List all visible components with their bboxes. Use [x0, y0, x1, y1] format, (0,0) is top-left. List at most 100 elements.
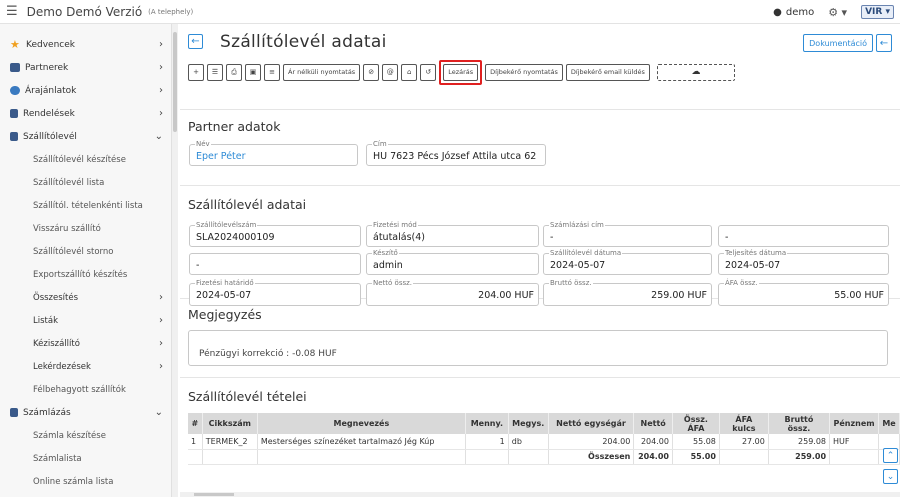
documentation-button[interactable]: Dokumentáció	[803, 34, 873, 52]
dijbekero-print-button[interactable]: Díjbekérő nyomtatás	[485, 63, 563, 81]
payment-deadline-field[interactable]: Fizetési határidő 2024-05-07	[189, 279, 361, 306]
scrollbar-thumb[interactable]	[194, 493, 234, 496]
gross-total-field[interactable]: Bruttó össz. 259.00 HUF	[543, 279, 712, 306]
payment-method-field[interactable]: Fizetési mód átutalás(4)	[366, 221, 539, 247]
col-header[interactable]: Pénznem	[829, 413, 880, 434]
dijbekero-email-button[interactable]: Díjbekérő email küldés	[565, 63, 650, 81]
table-row[interactable]: 1 TERMEK_2 Mesterséges színezéket tartal…	[188, 434, 900, 450]
sidebar-item-partnerek[interactable]: Partnerek ›	[0, 56, 171, 79]
sidebar-sub-osszesites[interactable]: Összesítés ›	[0, 286, 171, 309]
horizontal-scrollbar[interactable]	[180, 492, 900, 497]
lezaras-button[interactable]: Lezárás	[443, 63, 479, 81]
sidebar-sub-szamlalista[interactable]: Számlalista	[0, 447, 171, 470]
sidebar-sub-listak[interactable]: Listák ›	[0, 309, 171, 332]
items-table: # Cikkszám Megnevezés Menny. Megys. Nett…	[188, 413, 900, 465]
col-header[interactable]: #	[188, 413, 203, 434]
fulfillment-date-field[interactable]: Teljesítés dátuma 2024-05-07	[718, 249, 889, 275]
partner-section-title: Partner adatok	[188, 119, 281, 134]
chevron-right-icon: ›	[159, 108, 163, 119]
history-icon[interactable]: ↺	[420, 63, 437, 81]
sidebar-sub-tetelenkenti-lista[interactable]: Szállítól. tételenkénti lista	[0, 194, 171, 217]
col-header[interactable]: Nettó	[633, 413, 673, 434]
user-name: demo	[785, 6, 815, 18]
main-content: ← Szállítólevél adatai Dokumentáció ← + …	[180, 24, 900, 497]
delivery-note-card: Szállítólevél adatai Szállítólevélszám S…	[180, 187, 900, 306]
table-header-row: # Cikkszám Megnevezés Menny. Megys. Nett…	[188, 413, 900, 434]
divider	[180, 377, 900, 378]
items-section-title: Szállítólevél tételei	[188, 389, 307, 404]
sidebar-sub-keziszallito[interactable]: Kéziszállító ›	[0, 332, 171, 355]
chevron-right-icon: ›	[159, 39, 163, 50]
sidebar-item-szamlazas[interactable]: Számlázás ⌄	[0, 401, 171, 424]
document-icon	[10, 109, 18, 118]
scrollbar-thumb[interactable]	[173, 32, 177, 132]
add-icon[interactable]: +	[188, 63, 204, 81]
print-without-price-button[interactable]: Ár nélküli nyomtatás	[283, 63, 361, 81]
email-at-icon[interactable]: @	[382, 63, 399, 81]
user-menu[interactable]: ● demo	[773, 7, 814, 18]
extra-field[interactable]: -	[189, 253, 361, 275]
billing-address-field[interactable]: Számlázási cím -	[543, 221, 712, 247]
star-icon: ★	[10, 38, 20, 51]
chevron-right-icon: ›	[159, 292, 163, 303]
partner-card: Partner adatok Név Eper Péter Cím HU 762…	[180, 111, 900, 186]
sidebar-sub-online-szamla[interactable]: Online számla lista	[0, 470, 171, 493]
vat-total-field[interactable]: ÁFA össz. 55.00 HUF	[718, 279, 889, 306]
menu-icon[interactable]: ☰	[6, 4, 18, 19]
sidebar-sub-lekerdezesek[interactable]: Lekérdezések ›	[0, 355, 171, 378]
sidebar-item-kedvencek[interactable]: ★ Kedvencek ›	[0, 33, 171, 56]
pdf-icon[interactable]: ▣	[245, 63, 261, 81]
sidebar: ★ Kedvencek › Partnerek › Árajánlatok › …	[0, 24, 172, 497]
billing-extra-field[interactable]: -	[718, 225, 889, 247]
sidebar-sub-szallito-keszites[interactable]: Szállítólevél készítése	[0, 148, 171, 171]
net-total-field[interactable]: Nettó össz. 204.00 HUF	[366, 279, 539, 306]
settings-gear-icon[interactable]: ⚙ ▾	[828, 6, 847, 19]
scroll-down-icon[interactable]: ⌄	[883, 469, 898, 484]
list-icon[interactable]: ☰	[207, 63, 223, 81]
col-header[interactable]: Megnevezés	[257, 413, 466, 434]
col-header[interactable]: ÁFA kulcs	[719, 413, 769, 434]
partner-address-field[interactable]: Cím HU 7623 Pécs József Attila utca 62	[366, 140, 546, 166]
users-icon	[10, 86, 20, 95]
bank-icon[interactable]: ⌂	[401, 63, 418, 81]
partner-name-field[interactable]: Név Eper Péter	[189, 140, 358, 166]
back-arrow-icon[interactable]: ←	[188, 34, 203, 49]
col-header[interactable]: Menny.	[465, 413, 509, 434]
sidebar-sub-szallito-lista[interactable]: Szállítólevél lista	[0, 171, 171, 194]
sidebar-sub-storno[interactable]: Szállítólevél storno	[0, 240, 171, 263]
chevron-right-icon: ›	[159, 62, 163, 73]
sidebar-sub-visszaru[interactable]: Visszáru szállító	[0, 217, 171, 240]
app-title: Demo Demó Verzió	[26, 4, 143, 19]
vir-logo[interactable]: VIR ▾	[861, 5, 894, 19]
sidebar-sub-felbehagyott[interactable]: Félbehagyott szállítók	[0, 378, 171, 401]
sidebar-sub-export[interactable]: Exportszállító készítés	[0, 263, 171, 286]
numbered-list-icon[interactable]: ≡	[264, 63, 280, 81]
cloud-upload-icon[interactable]: ☁	[656, 63, 735, 81]
delivery-section-title: Szállítólevél adatai	[188, 197, 307, 212]
site-subtitle: (A telephely)	[148, 7, 194, 16]
sidebar-scrollbar[interactable]	[172, 24, 178, 497]
sidebar-item-arajanlatok[interactable]: Árajánlatok ›	[0, 79, 171, 102]
lezaras-highlight: Lezárás	[439, 59, 483, 85]
col-header[interactable]: Me	[878, 413, 900, 434]
col-header[interactable]: Cikkszám	[202, 413, 258, 434]
col-header[interactable]: Össz. ÁFA	[672, 413, 720, 434]
clipboard-icon	[10, 132, 18, 141]
document-icon	[10, 408, 18, 417]
sidebar-sub-szamla-keszitese[interactable]: Számla készítése	[0, 424, 171, 447]
delivery-number-field[interactable]: Szállítólevélszám SLA2024000109	[189, 221, 361, 247]
print-icon[interactable]: ⎙	[226, 63, 242, 81]
cancel-icon[interactable]: ⊘	[363, 63, 380, 81]
back-button-right[interactable]: ←	[876, 34, 892, 52]
chevron-right-icon: ›	[159, 85, 163, 96]
delivery-date-field[interactable]: Szállítólevél dátuma 2024-05-07	[543, 249, 712, 275]
sidebar-item-rendelesek[interactable]: Rendelések ›	[0, 102, 171, 125]
page-title: Szállítólevél adatai	[220, 32, 387, 52]
col-header[interactable]: Megys.	[508, 413, 549, 434]
sidebar-item-szallitolevel[interactable]: Szállítólevél ⌄	[0, 125, 171, 148]
creator-field[interactable]: Készítő admin	[366, 249, 539, 275]
note-textarea[interactable]: Pénzügyi korrekció : -0.08 HUF	[188, 330, 888, 366]
col-header[interactable]: Bruttó össz.	[768, 413, 831, 434]
scroll-up-icon[interactable]: ⌃	[883, 448, 898, 463]
col-header[interactable]: Nettó egységár	[548, 413, 635, 434]
